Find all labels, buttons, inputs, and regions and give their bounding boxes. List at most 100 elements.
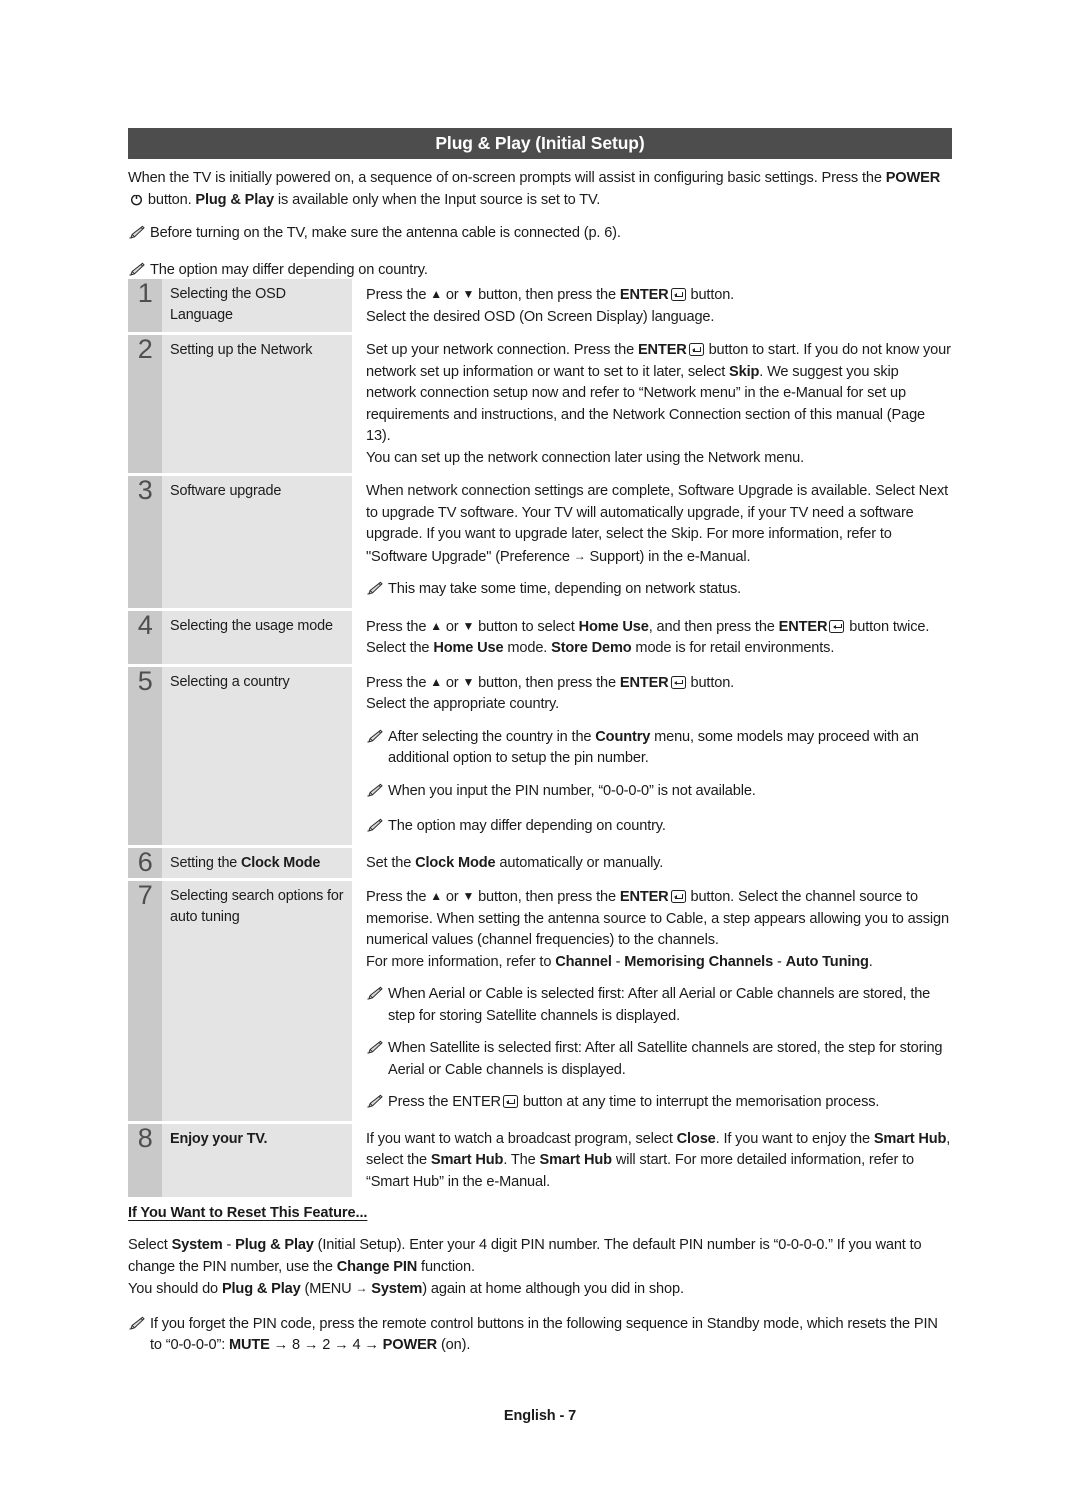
glyph-text: ▼ [462,287,475,301]
step-note-text: When Aerial or Cable is selected first: … [388,984,952,1027]
body-text: function. [417,1258,475,1275]
step-label: Setting the Clock Mode [162,847,352,878]
emphasis-text: Country [595,728,651,745]
step-label: Selecting the OSD Language [162,279,352,332]
step-body: When network connection settings are com… [352,476,952,608]
step-note-text: The option may differ depending on count… [388,816,952,838]
body-text: (MENU [300,1281,356,1297]
enter-key-icon [670,890,686,903]
body-text: Press the [366,889,431,905]
pencil-icon [366,1040,383,1063]
emphasis-text: System [171,1237,223,1253]
emphasis-text: Close [676,1130,716,1147]
step-body: Press the ▲ or ▼ button, then press the … [352,666,952,845]
step-note-text: When you input the PIN number, “0-0-0-0”… [388,781,952,803]
step-body: Press the ▲ or ▼ button to select Home U… [352,610,952,664]
body-text: After selecting the country in the [388,728,596,745]
body-text: button to select [474,618,579,635]
body-text: This may take some time, depending on ne… [388,581,742,597]
body-text: Select the [366,640,434,656]
step-body-line: Set up your network connection. Press th… [366,340,952,448]
enter-key-icon [829,619,845,633]
body-text: button at any time to interrupt the memo… [518,1094,880,1110]
emphasis-text: Home Use [433,640,504,656]
emphasis-text: Smart Hub [539,1152,612,1168]
step-row: 3 Software upgrade When network connection… [128,476,952,608]
body-text: automatically or manually. [495,854,664,871]
emphasis-text: Change PIN [336,1258,418,1275]
glyph-text: ▲ [430,618,442,633]
step-body-line: Select the appropriate country. [366,694,952,716]
body-text: mode is for retail environments. [631,640,835,656]
body-text: button, then press the [474,889,620,905]
step-body: Set the Clock Mode automatically or manu… [352,847,952,878]
step-body-line: You can set up the network connection la… [366,448,952,470]
step-number: 2 [128,335,162,473]
intro-text-pre: When the TV is initially powered on, a s… [128,170,886,186]
step-row: 8 Enjoy your TV. If you want to watch a br… [128,1123,952,1197]
body-text: or [441,287,463,303]
emphasis-text: Plug & Play [235,1237,314,1253]
body-text: button. [686,287,735,303]
reset-paragraph-1: Select System - Plug & Play (Initial Set… [128,1235,952,1278]
emphasis-text: ENTER [637,342,687,358]
step-body-line: For more information, refer to Channel -… [366,952,952,974]
pencil-icon [128,225,145,248]
step-note: When Satellite is selected first: After … [366,1038,952,1081]
step-label: Software upgrade [162,476,352,608]
intro-paragraph: When the TV is initially powered on, a s… [128,168,952,211]
body-text: Press the [388,1094,453,1110]
body-text: Select the desired OSD (On Screen Displa… [366,308,715,325]
step-body-line: When network connection settings are com… [366,481,952,568]
step-number: 6 [128,847,162,878]
step-note: After selecting the country in the Count… [366,727,952,770]
step-note-text: When Satellite is selected first: After … [388,1038,952,1081]
step-note: Press the ENTER button at any time to in… [366,1092,952,1117]
step-number: 5 [128,666,162,845]
body-text: Press the [366,287,431,303]
body-text: mode. [503,640,552,656]
step-body-line: Set the Clock Mode automatically or manu… [366,853,952,875]
body-text: - [773,953,786,970]
step-note-text: Press the ENTER button at any time to in… [388,1092,952,1114]
step-row: 4 Selecting the usage mode Press the ▲ or … [128,610,952,664]
glyph-text: → [573,548,586,563]
reset-paragraph-2: You should do Plug & Play (MENU → System… [128,1278,952,1301]
enter-key-icon [670,675,686,689]
step-label: Selecting a country [162,666,352,845]
emphasis-text: Smart Hub [873,1130,947,1147]
page-footer: English - 7 [503,1408,577,1424]
manual-page: Plug & Play (Initial Setup) When the TV … [128,0,952,1494]
emphasis-text: Enjoy your TV. [170,1130,268,1147]
body-text: When Aerial or Cable is selected first: … [388,986,931,1024]
body-text: ) again at home although you did in shop… [422,1281,684,1297]
step-body-line: If you want to watch a broadcast program… [366,1129,952,1194]
power-icon [130,192,143,205]
step-note: When you input the PIN number, “0-0-0-0”… [366,781,952,806]
body-text: button, then press the [474,287,620,303]
body-text: ENTER [452,1094,501,1110]
pencil-icon [366,986,383,1009]
body-text: or [441,618,463,635]
step-body: Press the ▲ or ▼ button, then press the … [352,279,952,332]
body-text: Set up your network connection. Press th… [366,342,638,358]
emphasis-text: ENTER [619,287,669,303]
body-text: . The [503,1152,540,1168]
step-row: 5 Selecting a country Press the ▲ or ▼ but… [128,666,952,845]
glyph-text: ▼ [462,674,475,689]
step-number: 1 [128,279,162,332]
emphasis-text: Memorising Channels [624,953,774,970]
body-text: Select the appropriate country. [366,696,560,712]
step-number: 8 [128,1123,162,1197]
step-body-line: Press the ▲ or ▼ button, then press the … [366,672,952,695]
body-text: - [222,1237,236,1253]
reset-note: If you forget the PIN code, press the re… [128,1314,952,1357]
emphasis-text: Store Demo [551,640,632,656]
step-note: The option may differ depending on count… [366,816,952,841]
step-body-line: Select the desired OSD (On Screen Displa… [366,307,952,329]
body-text: You should do [128,1281,222,1297]
emphasis-text: ENTER [778,618,828,635]
enter-key-icon [688,343,704,356]
body-text: button, then press the [474,674,620,691]
body-text: button. [686,674,735,691]
